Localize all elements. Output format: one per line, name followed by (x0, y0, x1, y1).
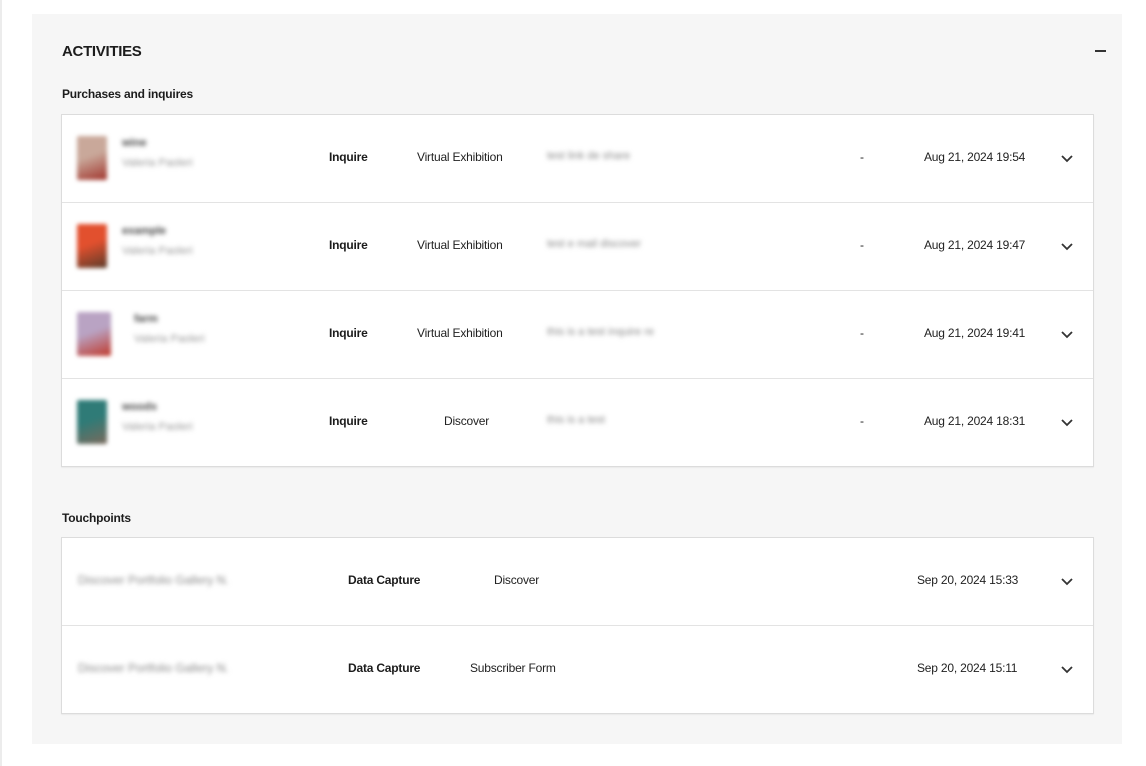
artwork-thumbnail (77, 400, 107, 444)
purchases-section-label: Purchases and inquires (62, 87, 193, 101)
purchases-list: wine Valeria Paoleri Inquire Virtual Exh… (61, 114, 1094, 467)
activity-message: test link de share (547, 150, 631, 162)
purchase-row[interactable]: wine Valeria Paoleri Inquire Virtual Exh… (62, 115, 1093, 203)
activity-date: Aug 21, 2024 19:54 (924, 150, 1026, 164)
purchase-row[interactable]: example Valeria Paoleri Inquire Virtual … (62, 203, 1093, 291)
chevron-down-icon (1061, 243, 1073, 251)
contact-name: Valeria Paoleri (122, 157, 193, 169)
activity-message: this is a test inquire re (547, 326, 654, 338)
expand-row-button[interactable] (1058, 149, 1076, 167)
touchpoints-list: Discover Portfolio Gallery N. Data Captu… (61, 537, 1094, 714)
chevron-down-icon (1061, 666, 1073, 674)
touchpoint-name[interactable]: Discover Portfolio Gallery N. (78, 661, 229, 675)
activities-title: ACTIVITIES (62, 43, 142, 60)
activity-date: Aug 21, 2024 19:47 (924, 238, 1026, 252)
touchpoint-type: Data Capture (348, 573, 421, 587)
activity-source: Virtual Exhibition (417, 150, 503, 164)
expand-row-button[interactable] (1058, 413, 1076, 431)
touchpoints-section-label: Touchpoints (62, 511, 131, 525)
activity-source: Discover (444, 414, 490, 428)
collapse-button[interactable] (1090, 38, 1110, 58)
activity-type: Inquire (329, 326, 368, 340)
artwork-thumbnail (77, 136, 107, 180)
activity-source: Virtual Exhibition (417, 326, 503, 340)
activity-amount: - (860, 150, 864, 164)
touchpoint-source: Discover (494, 573, 540, 587)
artwork-title[interactable]: woods (122, 401, 157, 413)
expand-row-button[interactable] (1058, 572, 1076, 590)
touchpoint-date: Sep 20, 2024 15:33 (917, 573, 1019, 587)
chevron-down-icon (1061, 419, 1073, 427)
artwork-title[interactable]: farm (134, 313, 158, 325)
chevron-down-icon (1061, 331, 1073, 339)
contact-name: Valeria Paoleri (122, 245, 193, 257)
artwork-title[interactable]: example (122, 225, 166, 237)
touchpoint-date: Sep 20, 2024 15:11 (917, 661, 1018, 675)
activity-amount: - (860, 414, 864, 428)
touchpoint-row[interactable]: Discover Portfolio Gallery N. Data Captu… (62, 538, 1093, 626)
expand-row-button[interactable] (1058, 237, 1076, 255)
activity-type: Inquire (329, 238, 368, 252)
minus-icon (1095, 50, 1106, 52)
expand-row-button[interactable] (1058, 325, 1076, 343)
activity-type: Inquire (329, 414, 368, 428)
expand-row-button[interactable] (1058, 660, 1076, 678)
chevron-down-icon (1061, 155, 1073, 163)
touchpoint-type: Data Capture (348, 661, 421, 675)
artwork-thumbnail (77, 312, 111, 356)
chevron-down-icon (1061, 578, 1073, 586)
activity-date: Aug 21, 2024 18:31 (924, 414, 1026, 428)
artwork-title[interactable]: wine (122, 137, 146, 149)
contact-name: Valeria Paoleri (122, 421, 193, 433)
activity-type: Inquire (329, 150, 368, 164)
touchpoint-source: Subscriber Form (470, 661, 556, 675)
contact-name: Valeria Paoleri (134, 333, 205, 345)
activity-amount: - (860, 326, 864, 340)
activities-panel: ACTIVITIES Purchases and inquires wine V… (32, 14, 1122, 744)
activity-source: Virtual Exhibition (417, 238, 503, 252)
page-edge (0, 0, 2, 766)
artwork-thumbnail (77, 224, 107, 268)
purchase-row[interactable]: woods Valeria Paoleri Inquire Discover t… (62, 379, 1093, 466)
activity-date: Aug 21, 2024 19:41 (924, 326, 1026, 340)
touchpoint-row[interactable]: Discover Portfolio Gallery N. Data Captu… (62, 626, 1093, 713)
touchpoint-name[interactable]: Discover Portfolio Gallery N. (78, 573, 229, 587)
purchase-row[interactable]: farm Valeria Paoleri Inquire Virtual Exh… (62, 291, 1093, 379)
activity-message: this is a test (547, 414, 606, 426)
activity-amount: - (860, 238, 864, 252)
activity-message: test e mail discover (547, 238, 642, 250)
